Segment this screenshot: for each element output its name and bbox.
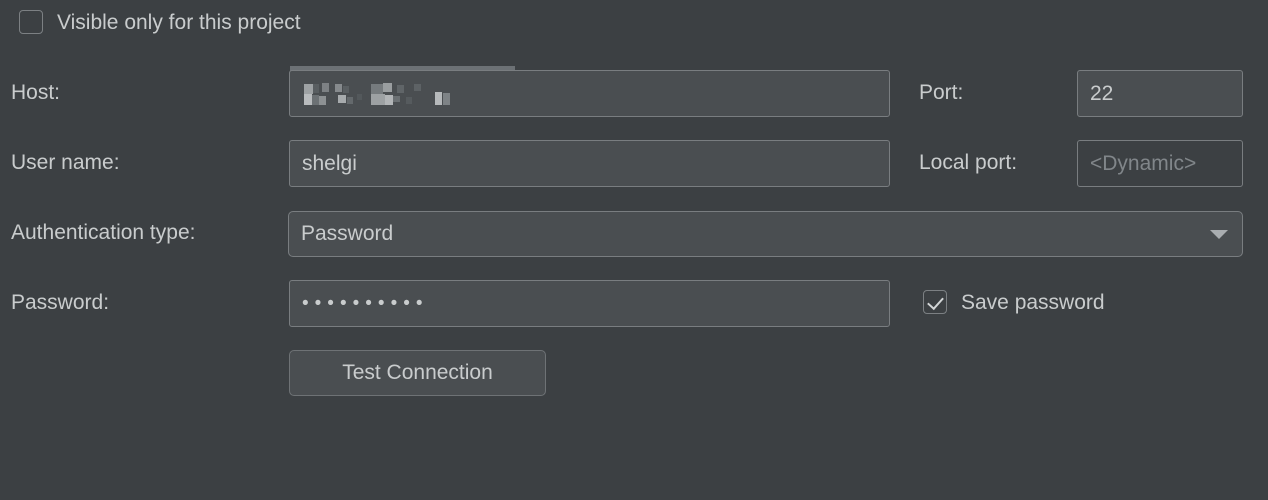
host-label: Host: bbox=[11, 81, 61, 104]
password-label-row: Password: bbox=[11, 292, 109, 313]
password-input[interactable]: •••••••••• bbox=[289, 280, 890, 327]
user-name-value: shelgi bbox=[302, 151, 357, 175]
save-password-label: Save password bbox=[961, 290, 1105, 314]
user-name-input[interactable]: shelgi bbox=[289, 140, 890, 187]
save-password-checkbox[interactable] bbox=[923, 290, 947, 314]
save-password-checkbox-row[interactable]: Save password bbox=[923, 290, 1105, 314]
password-masked-value: •••••••••• bbox=[302, 292, 429, 314]
test-connection-button-label: Test Connection bbox=[342, 361, 493, 384]
port-label-row: Port: bbox=[919, 82, 963, 103]
local-port-label: Local port: bbox=[919, 151, 1018, 174]
host-label-row: Host: bbox=[11, 82, 60, 103]
user-name-label-row: User name: bbox=[11, 152, 120, 173]
port-input[interactable]: 22 bbox=[1077, 70, 1243, 117]
port-value: 22 bbox=[1090, 81, 1114, 105]
authentication-type-select[interactable]: Password bbox=[288, 211, 1243, 257]
local-port-placeholder: <Dynamic> bbox=[1090, 151, 1197, 175]
authentication-type-label: Authentication type: bbox=[11, 221, 196, 244]
visible-only-for-project-checkbox-row[interactable]: Visible only for this project bbox=[19, 10, 301, 34]
host-redacted-value bbox=[302, 82, 462, 105]
chevron-down-icon[interactable] bbox=[1210, 230, 1228, 239]
test-connection-button[interactable]: Test Connection bbox=[289, 350, 546, 396]
local-port-label-row: Local port: bbox=[919, 152, 1017, 173]
local-port-input[interactable]: <Dynamic> bbox=[1077, 140, 1243, 187]
authentication-type-value: Password bbox=[301, 222, 394, 245]
host-input[interactable] bbox=[289, 70, 890, 117]
port-label: Port: bbox=[919, 81, 964, 104]
visible-only-for-project-checkbox[interactable] bbox=[19, 10, 43, 34]
password-label: Password: bbox=[11, 291, 110, 314]
visible-only-for-project-label: Visible only for this project bbox=[57, 10, 301, 34]
ssh-configuration-panel: Visible only for this project Host: Port… bbox=[0, 0, 1268, 500]
authentication-type-label-row: Authentication type: bbox=[11, 222, 195, 243]
user-name-label: User name: bbox=[11, 151, 120, 174]
